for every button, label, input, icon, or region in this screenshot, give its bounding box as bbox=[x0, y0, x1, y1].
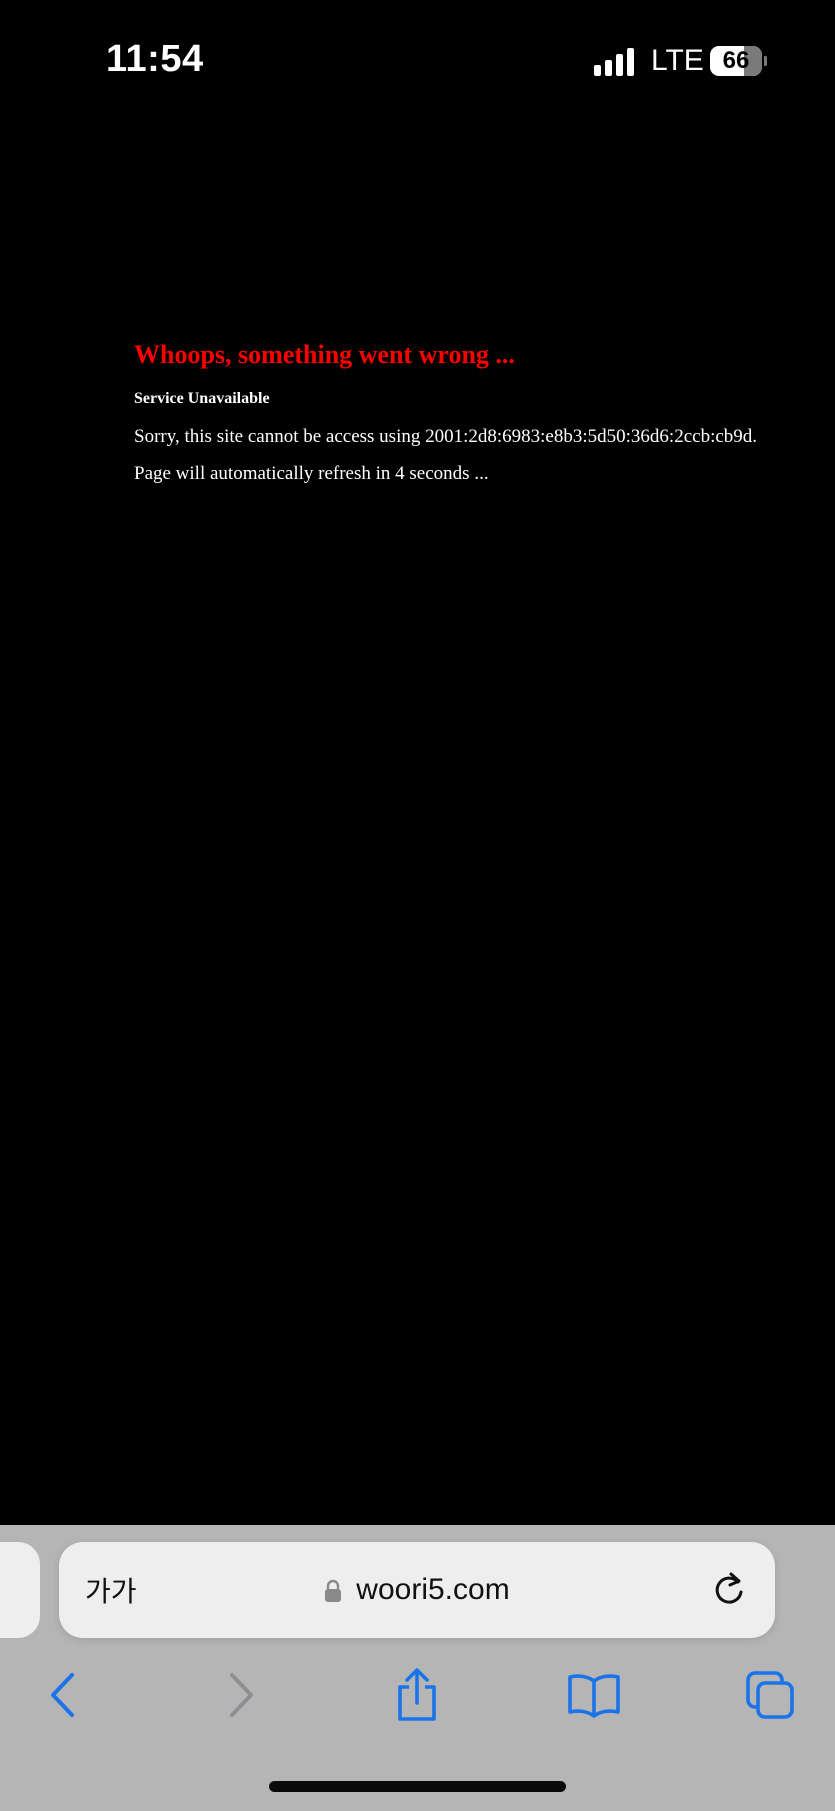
back-icon bbox=[51, 1673, 74, 1717]
cellular-signal-icon bbox=[594, 48, 634, 76]
lock-icon bbox=[325, 1579, 342, 1602]
reload-icon[interactable] bbox=[709, 1570, 749, 1610]
error-title: Whoops, something went wrong ... bbox=[134, 340, 515, 369]
tabs-icon bbox=[746, 1671, 794, 1719]
browser-toolbar bbox=[0, 1655, 835, 1735]
home-indicator[interactable] bbox=[269, 1781, 566, 1792]
forward-icon bbox=[230, 1673, 253, 1717]
battery-tip bbox=[764, 56, 767, 66]
browser-bottom-bar: woori5.com 가가 bbox=[0, 1525, 835, 1811]
tabs-button[interactable] bbox=[744, 1655, 796, 1735]
share-icon bbox=[398, 1668, 436, 1721]
share-button[interactable] bbox=[391, 1655, 443, 1735]
status-bar: 11:54 LTE 66 bbox=[0, 0, 835, 120]
back-button[interactable] bbox=[40, 1655, 84, 1735]
url-text[interactable]: woori5.com bbox=[356, 1573, 509, 1607]
bookmarks-button[interactable] bbox=[565, 1655, 623, 1735]
bookmarks-icon bbox=[568, 1674, 620, 1718]
error-status: Service Unavailable bbox=[134, 390, 270, 407]
status-time: 11:54 bbox=[106, 38, 204, 80]
battery-icon: 66 bbox=[710, 46, 767, 76]
error-page: Whoops, something went wrong ... Service… bbox=[134, 335, 824, 488]
previous-tab-card[interactable] bbox=[0, 1542, 40, 1638]
forward-button[interactable] bbox=[220, 1655, 264, 1735]
refresh-notice: Page will automatically refresh in 4 sec… bbox=[134, 463, 489, 484]
url-display[interactable]: woori5.com bbox=[59, 1542, 775, 1638]
network-type: LTE bbox=[651, 44, 704, 77]
error-message: Sorry, this site cannot be access using … bbox=[134, 426, 758, 447]
browser-screen: 11:54 LTE 66 Whoops, something went wron… bbox=[0, 0, 835, 1811]
address-bar[interactable]: woori5.com 가가 bbox=[59, 1542, 775, 1638]
battery-level: 66 bbox=[722, 47, 750, 74]
text-size-button[interactable]: 가가 bbox=[85, 1570, 137, 1610]
battery-body: 66 bbox=[710, 46, 762, 76]
